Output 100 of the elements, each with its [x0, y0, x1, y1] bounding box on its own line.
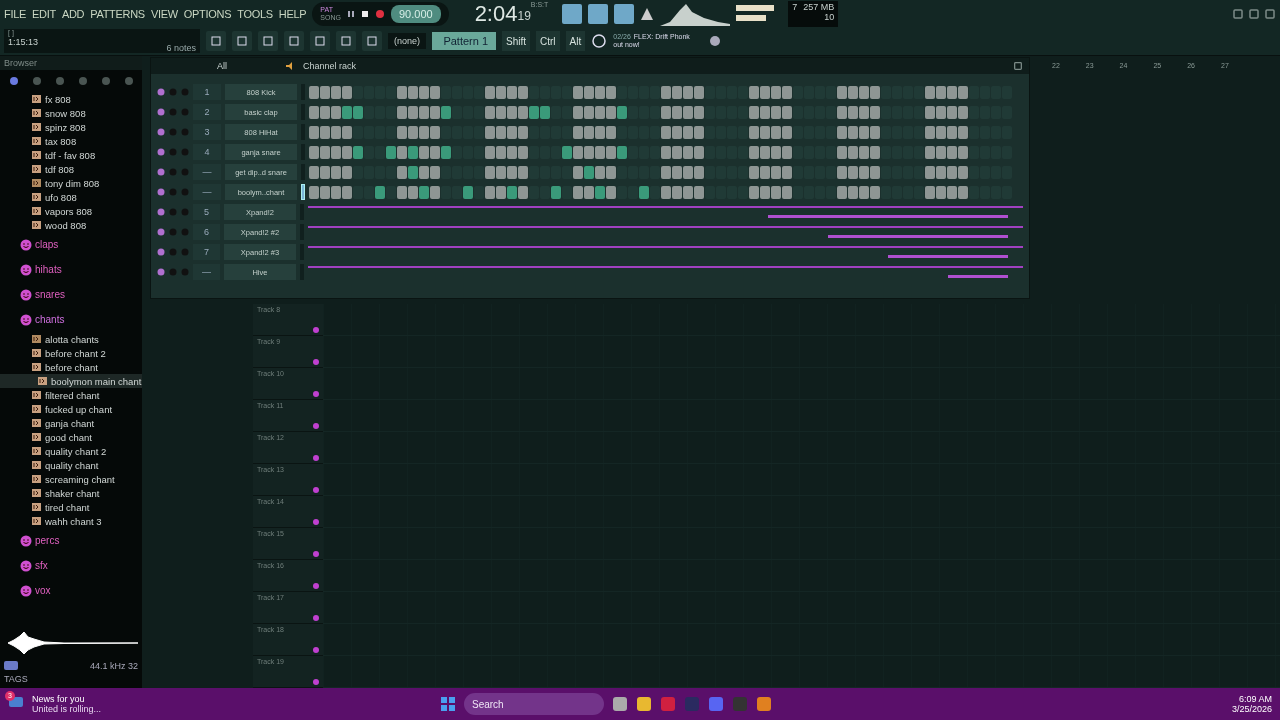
step-button[interactable]: [958, 145, 968, 159]
step-button[interactable]: [661, 145, 671, 159]
step-button[interactable]: [760, 105, 770, 119]
mute-led-icon[interactable]: [157, 128, 165, 136]
step-button[interactable]: [661, 105, 671, 119]
step-button[interactable]: [683, 85, 693, 99]
step-button[interactable]: [870, 165, 880, 179]
browser-file[interactable]: ufo 808: [0, 190, 142, 204]
step-button[interactable]: [683, 125, 693, 139]
step-button[interactable]: [661, 185, 671, 199]
step-button[interactable]: [331, 105, 341, 119]
step-button[interactable]: [595, 145, 605, 159]
mute-led-icon[interactable]: [157, 208, 165, 216]
step-button[interactable]: [496, 125, 506, 139]
step-button[interactable]: [947, 165, 957, 179]
step-button[interactable]: [518, 85, 528, 99]
step-button[interactable]: [958, 185, 968, 199]
step-button[interactable]: [947, 125, 957, 139]
news-widget-text[interactable]: United is rolling...: [32, 704, 432, 714]
step-button[interactable]: [771, 105, 781, 119]
browser-folder[interactable]: sfx: [0, 553, 142, 578]
step-button[interactable]: [672, 145, 682, 159]
step-button[interactable]: [782, 145, 792, 159]
step-button[interactable]: [958, 125, 968, 139]
step-button[interactable]: [342, 145, 352, 159]
step-button[interactable]: [375, 185, 385, 199]
step-button[interactable]: [320, 185, 330, 199]
step-button[interactable]: [419, 105, 429, 119]
step-button[interactable]: [848, 105, 858, 119]
step-button[interactable]: [584, 145, 594, 159]
step-button[interactable]: [419, 145, 429, 159]
step-button[interactable]: [430, 105, 440, 119]
step-button[interactable]: [837, 125, 847, 139]
step-button[interactable]: [518, 145, 528, 159]
step-button[interactable]: [342, 105, 352, 119]
step-button[interactable]: [760, 125, 770, 139]
step-button[interactable]: [331, 125, 341, 139]
countdown-button[interactable]: [588, 3, 609, 24]
step-button[interactable]: [397, 125, 407, 139]
step-button[interactable]: [947, 85, 957, 99]
step-button[interactable]: [694, 185, 704, 199]
step-button[interactable]: [408, 125, 418, 139]
browser-folder[interactable]: percs: [0, 528, 142, 553]
step-button[interactable]: [760, 165, 770, 179]
play-preview-icon[interactable]: [4, 661, 18, 670]
channel-filter[interactable]: All: [217, 61, 277, 71]
step-button[interactable]: [485, 85, 495, 99]
step-button[interactable]: [573, 165, 583, 179]
step-button[interactable]: [837, 185, 847, 199]
step-button[interactable]: [342, 165, 352, 179]
mixer-track-number[interactable]: 4: [193, 144, 221, 160]
app-icon[interactable]: [660, 696, 676, 712]
step-button[interactable]: [485, 165, 495, 179]
step-button[interactable]: [463, 185, 473, 199]
step-button[interactable]: [859, 85, 869, 99]
step-button[interactable]: [595, 125, 605, 139]
step-button[interactable]: [496, 165, 506, 179]
mixer-track-number[interactable]: —: [192, 264, 221, 280]
step-button[interactable]: [925, 85, 935, 99]
step-button[interactable]: [749, 145, 759, 159]
menu-item[interactable]: TOOLS: [237, 7, 273, 20]
menu-item[interactable]: VIEW: [150, 7, 178, 20]
step-button[interactable]: [353, 105, 363, 119]
step-button[interactable]: [518, 165, 528, 179]
step-button[interactable]: [771, 125, 781, 139]
mixer-track-number[interactable]: 7: [192, 244, 221, 260]
mute-led-icon[interactable]: [157, 248, 165, 256]
step-button[interactable]: [507, 145, 517, 159]
step-button[interactable]: [496, 85, 506, 99]
taskbar-search[interactable]: Search: [464, 693, 604, 715]
step-button[interactable]: [551, 185, 561, 199]
browser-file[interactable]: snow 808: [0, 106, 142, 120]
step-button[interactable]: [749, 105, 759, 119]
step-button[interactable]: [848, 85, 858, 99]
step-button[interactable]: [782, 125, 792, 139]
step-button[interactable]: [859, 145, 869, 159]
step-button[interactable]: [496, 185, 506, 199]
step-button[interactable]: [683, 105, 693, 119]
browser-file[interactable]: spinz 808: [0, 120, 142, 134]
step-button[interactable]: [936, 125, 946, 139]
mixer-track-number[interactable]: —: [193, 164, 221, 180]
step-button[interactable]: [606, 165, 616, 179]
step-button[interactable]: [309, 85, 319, 99]
step-button[interactable]: [694, 145, 704, 159]
step-button[interactable]: [947, 145, 957, 159]
browser-file[interactable]: fucked up chant: [0, 402, 142, 416]
mute-led-icon[interactable]: [157, 108, 165, 116]
browser-file[interactable]: wahh chant 3: [0, 514, 142, 528]
step-button[interactable]: [331, 185, 341, 199]
step-button[interactable]: [408, 165, 418, 179]
step-button[interactable]: [848, 165, 858, 179]
menu-item[interactable]: PATTERNS: [90, 7, 145, 20]
step-button[interactable]: [584, 185, 594, 199]
stop-icon[interactable]: [360, 9, 369, 18]
step-button[interactable]: [606, 85, 616, 99]
minimize-button[interactable]: [1232, 7, 1244, 20]
browser-file[interactable]: tony dim 808: [0, 176, 142, 190]
browser-file[interactable]: fx 808: [0, 92, 142, 106]
step-button[interactable]: [408, 85, 418, 99]
pattern-channel-selector[interactable]: (none): [388, 33, 426, 50]
